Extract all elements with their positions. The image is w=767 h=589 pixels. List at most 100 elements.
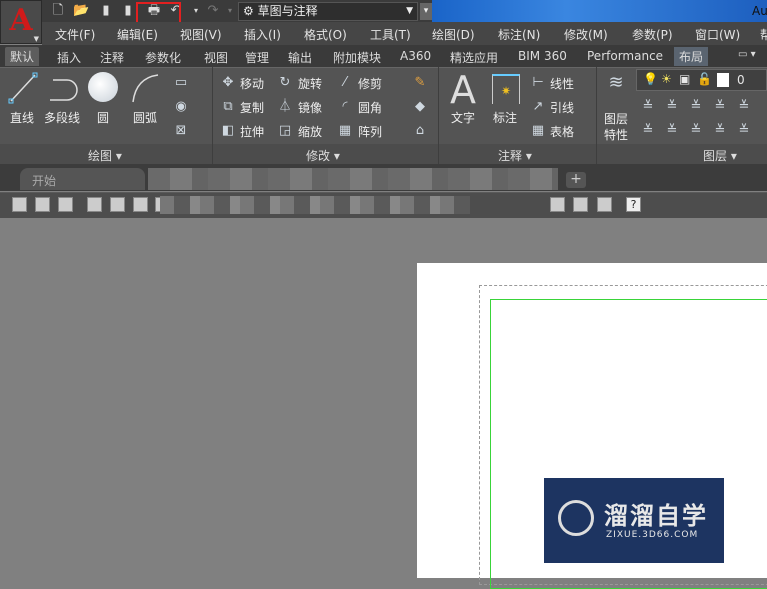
file-tab-start[interactable]: 开始 bbox=[20, 168, 145, 190]
offset-icon[interactable]: ⌂ bbox=[412, 123, 428, 139]
layer-tool-icon[interactable]: ≚ bbox=[664, 123, 680, 139]
modify-panel-title[interactable]: 修改 ▾ bbox=[306, 147, 340, 164]
tab-addins[interactable]: 附加模块 bbox=[333, 49, 381, 66]
dimension-icon[interactable]: ✷ bbox=[492, 74, 520, 104]
menu-file[interactable]: 文件(F) bbox=[55, 26, 95, 43]
workspace-dropdown[interactable]: ⚙ 草图与注释 ▼ bbox=[238, 2, 418, 21]
rotate-button[interactable]: 旋转 bbox=[298, 75, 322, 92]
layer-tool-icon[interactable]: ≚ bbox=[640, 123, 656, 139]
tab-performance[interactable]: Performance bbox=[587, 49, 663, 63]
menu-insert[interactable]: 插入(I) bbox=[244, 26, 281, 43]
calculator-icon[interactable] bbox=[597, 197, 612, 212]
tab-bim360[interactable]: BIM 360 bbox=[518, 49, 567, 63]
help-icon[interactable]: ? bbox=[626, 197, 641, 212]
text-icon[interactable]: A bbox=[450, 68, 476, 112]
tab-featured-apps[interactable]: 精选应用 bbox=[450, 49, 498, 66]
toolbar-tool-icon[interactable] bbox=[573, 197, 588, 212]
menu-help[interactable]: 帮 bbox=[760, 26, 767, 43]
tab-default[interactable]: 默认 bbox=[5, 47, 40, 66]
menu-parametric[interactable]: 参数(P) bbox=[632, 26, 673, 43]
redo-icon[interactable]: ↷ bbox=[205, 3, 221, 19]
plot-preview-icon[interactable] bbox=[110, 197, 125, 212]
arc-icon[interactable] bbox=[130, 72, 162, 104]
new-tab-button[interactable]: + bbox=[566, 172, 586, 188]
save-as-icon[interactable]: ▮ bbox=[120, 3, 136, 19]
layer-properties-icon[interactable]: ≋ bbox=[604, 74, 628, 99]
menu-draw[interactable]: 绘图(D) bbox=[432, 26, 475, 43]
menu-edit[interactable]: 编辑(E) bbox=[117, 26, 158, 43]
layer-tool-icon[interactable]: ≚ bbox=[688, 123, 704, 139]
plot-icon[interactable] bbox=[87, 197, 102, 212]
arc-button[interactable]: 圆弧 bbox=[133, 109, 157, 126]
layer-tool-icon[interactable]: ≚ bbox=[688, 99, 704, 115]
undo-dropdown-icon[interactable]: ▾ bbox=[188, 3, 204, 19]
menu-tools[interactable]: 工具(T) bbox=[370, 26, 411, 43]
draw-panel-title[interactable]: 绘图 ▾ bbox=[88, 147, 122, 164]
menu-window[interactable]: 窗口(W) bbox=[695, 26, 740, 43]
new-icon[interactable] bbox=[12, 197, 27, 212]
tab-manage[interactable]: 管理 bbox=[245, 49, 269, 66]
polyline-button[interactable]: 多段线 bbox=[44, 109, 80, 126]
tab-view[interactable]: 视图 bbox=[204, 49, 228, 66]
array-button[interactable]: 阵列 bbox=[358, 123, 382, 140]
layer-tool-icon[interactable]: ≚ bbox=[736, 123, 752, 139]
tab-a360[interactable]: A360 bbox=[400, 49, 431, 63]
layer-tool-icon[interactable]: ≚ bbox=[736, 99, 752, 115]
viewport-freeze-icon: ▣ bbox=[679, 72, 691, 86]
trim-button[interactable]: 修剪 bbox=[358, 75, 382, 92]
explode-icon[interactable]: ◆ bbox=[412, 99, 428, 115]
stretch-button[interactable]: 拉伸 bbox=[240, 123, 264, 140]
redo-dropdown-icon[interactable]: ▾ bbox=[222, 3, 238, 19]
layer-tool-icon[interactable]: ≚ bbox=[712, 99, 728, 115]
line-button[interactable]: 直线 bbox=[10, 109, 34, 126]
hatch-icon[interactable]: ◉ bbox=[173, 99, 189, 115]
mirror-button[interactable]: 镜像 bbox=[298, 99, 322, 116]
circle-button[interactable]: 圆 bbox=[97, 109, 109, 126]
menu-view[interactable]: 视图(V) bbox=[180, 26, 222, 43]
save-icon[interactable]: ▮ bbox=[98, 3, 114, 19]
annotation-panel-title[interactable]: 注释 ▾ bbox=[498, 147, 532, 164]
line-icon[interactable] bbox=[8, 72, 38, 104]
layer-tool-icon[interactable]: ≚ bbox=[640, 99, 656, 115]
tab-output[interactable]: 输出 bbox=[288, 49, 312, 66]
menu-format[interactable]: 格式(O) bbox=[304, 26, 347, 43]
layer-properties-button[interactable]: 图层 bbox=[604, 110, 628, 127]
fillet-button[interactable]: 圆角 bbox=[358, 99, 382, 116]
layer-properties-button-line2[interactable]: 特性 bbox=[604, 126, 628, 143]
dimension-button[interactable]: 标注 bbox=[493, 109, 517, 126]
save-icon[interactable] bbox=[58, 197, 73, 212]
tab-layout[interactable]: 布局 bbox=[674, 47, 709, 66]
new-file-icon[interactable]: 🗋 bbox=[50, 3, 66, 19]
layer-tool-icon[interactable]: ≚ bbox=[664, 99, 680, 115]
layer-dropdown[interactable]: 💡 ☀ ▣ 🔓 0 bbox=[636, 69, 767, 91]
copy-button[interactable]: 复制 bbox=[240, 99, 264, 116]
menu-modify[interactable]: 修改(M) bbox=[564, 26, 608, 43]
toolbar-tool-icon[interactable] bbox=[550, 197, 565, 212]
boundary-icon[interactable]: ⊠ bbox=[173, 123, 189, 139]
scale-button[interactable]: 缩放 bbox=[298, 123, 322, 140]
customize-quick-access-button[interactable]: ▾ bbox=[420, 3, 432, 20]
text-button[interactable]: 文字 bbox=[451, 109, 475, 126]
leader-button[interactable]: 引线 bbox=[550, 99, 574, 116]
layer-tool-icon[interactable]: ≚ bbox=[712, 123, 728, 139]
polyline-icon[interactable] bbox=[47, 72, 79, 104]
ribbon-minimize-icon[interactable]: ▭ ▾ bbox=[738, 49, 756, 60]
application-menu-button[interactable]: A ▼ bbox=[0, 0, 42, 44]
lock-icon: 🔓 bbox=[697, 72, 712, 86]
file-tab-drawing[interactable] bbox=[148, 168, 558, 190]
open-icon[interactable] bbox=[35, 197, 50, 212]
match-properties-icon[interactable]: ✎ bbox=[412, 75, 428, 91]
table-button[interactable]: 表格 bbox=[550, 123, 574, 140]
layers-panel-title[interactable]: 图层 ▾ bbox=[703, 147, 737, 164]
publish-icon[interactable] bbox=[133, 197, 148, 212]
circle-icon[interactable] bbox=[88, 72, 118, 102]
tab-parametric[interactable]: 参数化 bbox=[145, 49, 181, 66]
menu-dimension[interactable]: 标注(N) bbox=[498, 26, 540, 43]
rectangle-icon[interactable]: ▭ bbox=[173, 75, 189, 91]
tab-insert[interactable]: 插入 bbox=[57, 49, 81, 66]
open-file-icon[interactable]: 📂 bbox=[73, 3, 89, 19]
array-icon: ▦ bbox=[338, 123, 352, 138]
tab-annotate[interactable]: 注释 bbox=[100, 49, 124, 66]
linear-dimension-button[interactable]: 线性 bbox=[550, 75, 574, 92]
move-button[interactable]: 移动 bbox=[240, 75, 264, 92]
